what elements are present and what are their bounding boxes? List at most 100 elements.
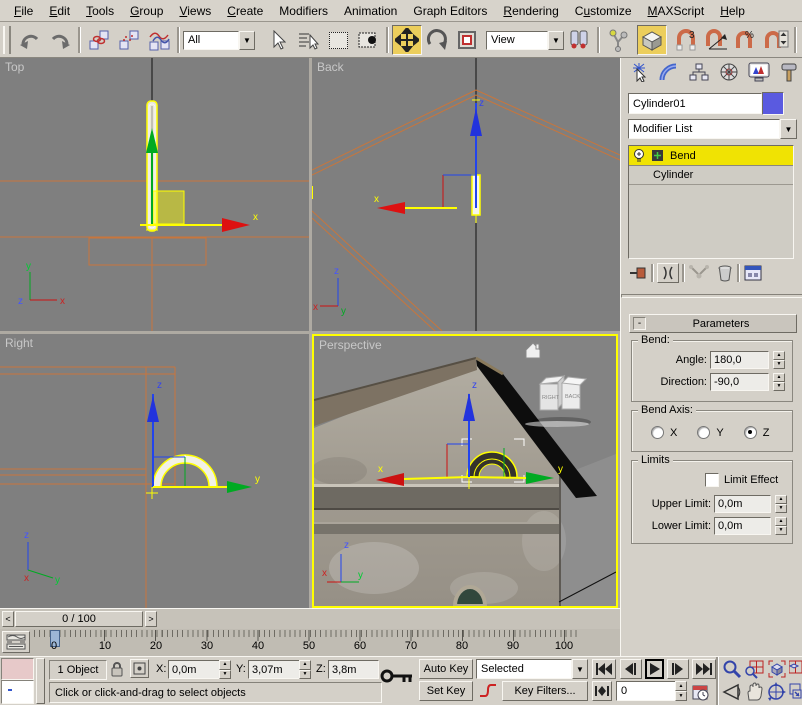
bind-to-space-warp-button[interactable] — [144, 25, 174, 55]
limit-effect-checkbox[interactable] — [705, 473, 719, 487]
viewport-perspective-canvas[interactable]: x y z RIGHT BACK — [314, 336, 616, 606]
viewport-back-label[interactable]: Back — [317, 60, 344, 74]
move-gizmo-right[interactable]: y z — [146, 380, 260, 499]
default-tangent-button[interactable] — [478, 683, 498, 702]
object-color-swatch[interactable] — [762, 92, 784, 115]
tab-utilities[interactable] — [775, 60, 802, 84]
use-pivot-point-center-button[interactable] — [564, 25, 594, 55]
x-coord-field[interactable]: 0,0m — [168, 660, 223, 679]
viewport-top-canvas[interactable]: x y x z — [0, 58, 309, 331]
key-filter-arrow[interactable]: ▼ — [572, 659, 588, 679]
absolute-mode-transform-button[interactable] — [130, 659, 149, 678]
remove-modifier-trash-icon[interactable] — [716, 264, 734, 282]
stack-item-bend[interactable]: Bend — [629, 146, 793, 166]
angle-field[interactable]: 180,0 — [710, 351, 769, 369]
select-object-button[interactable] — [263, 25, 293, 55]
viewport-right-canvas[interactable]: y z z x y — [0, 334, 309, 608]
move-gizmo-back[interactable]: x z — [374, 98, 484, 214]
arc-rotate-button[interactable] — [766, 682, 786, 705]
make-unique-icon[interactable] — [688, 264, 710, 282]
angle-snap-toggle-button[interactable]: 3 — [671, 25, 701, 55]
time-slider-next-button[interactable]: > — [145, 611, 157, 627]
next-frame-button[interactable] — [667, 659, 689, 679]
menu-animation[interactable]: Animation — [336, 2, 405, 20]
select-and-manipulate-button[interactable] — [603, 25, 633, 55]
select-and-scale-button[interactable] — [452, 25, 482, 55]
previous-frame-button[interactable] — [620, 659, 642, 679]
angle-snap-button[interactable] — [701, 25, 731, 55]
reference-coord-system-dropdown[interactable]: View ▼ — [486, 30, 564, 51]
snaps-toggle-button[interactable] — [637, 25, 667, 55]
selection-lock-button[interactable] — [110, 660, 124, 681]
spinner-snap-button[interactable] — [761, 25, 791, 55]
menu-customize[interactable]: Customize — [567, 2, 640, 20]
y-coord-field[interactable]: 3,07m — [248, 660, 303, 679]
track-bar[interactable]: 0 10 20 30 40 50 60 70 80 90 100 — [0, 629, 620, 657]
axis-x-radio[interactable] — [651, 426, 664, 439]
redo-button[interactable] — [45, 25, 75, 55]
upper-limit-field[interactable]: 0,0m — [714, 495, 771, 513]
viewport-perspective[interactable]: Perspective — [312, 334, 618, 608]
undo-button[interactable] — [15, 25, 45, 55]
tab-hierarchy[interactable] — [685, 60, 713, 84]
modifier-list-arrow[interactable]: ▼ — [780, 119, 797, 139]
direction-spinner[interactable]: ▲▼ — [773, 373, 785, 391]
go-to-start-button[interactable] — [592, 659, 616, 679]
viewport-perspective-label[interactable]: Perspective — [319, 338, 382, 352]
frame-spinner[interactable]: ▲▼ — [675, 681, 687, 701]
tab-create[interactable] — [625, 60, 653, 84]
modifier-enabled-bulb-icon[interactable] — [632, 148, 646, 164]
coord-system-arrow[interactable]: ▼ — [548, 31, 564, 50]
selection-filter-dropdown[interactable]: All ▼ — [183, 30, 255, 51]
listener-splitter[interactable] — [36, 658, 45, 704]
select-and-rotate-button[interactable] — [422, 25, 452, 55]
current-frame-field[interactable]: 0 — [616, 681, 680, 701]
rectangular-selection-region-button[interactable] — [323, 25, 353, 55]
menu-edit[interactable]: Edit — [41, 2, 78, 20]
maxscript-listener-pane[interactable] — [1, 680, 34, 704]
key-mode-toggle-button[interactable] — [592, 681, 612, 701]
viewport-top-label[interactable]: Top — [5, 60, 24, 74]
selection-filter-arrow[interactable]: ▼ — [239, 31, 255, 50]
percent-snap-button[interactable]: % — [731, 25, 761, 55]
auto-key-button[interactable]: Auto Key — [419, 659, 473, 679]
gizmo-z-arrow[interactable] — [470, 108, 482, 136]
tab-display[interactable] — [745, 60, 773, 84]
menu-views[interactable]: Views — [171, 2, 219, 20]
z-coord-field[interactable]: 3,8m — [328, 660, 379, 679]
y-coord-spinner[interactable]: ▲▼ — [299, 660, 311, 679]
time-slider-track[interactable]: < 0 / 100 > — [0, 608, 620, 631]
menu-group[interactable]: Group — [122, 2, 171, 20]
set-key-button[interactable]: Set Key — [419, 681, 473, 701]
window-crossing-button[interactable] — [353, 25, 383, 55]
time-configuration-button[interactable] — [692, 683, 710, 704]
menu-help[interactable]: Help — [712, 2, 753, 20]
play-button[interactable] — [645, 659, 664, 679]
pin-stack-icon[interactable] — [628, 264, 648, 282]
menu-file[interactable]: File — [6, 2, 41, 20]
expand-plus-icon[interactable] — [651, 149, 664, 162]
axis-z-radio[interactable] — [744, 426, 757, 439]
maxscript-macro-recorder-pane[interactable] — [1, 658, 34, 680]
set-keys-button[interactable] — [380, 667, 414, 692]
gizmo-x-arrow[interactable] — [377, 202, 405, 214]
select-by-name-button[interactable] — [293, 25, 323, 55]
lower-limit-field[interactable]: 0,0m — [714, 517, 771, 535]
pan-button[interactable] — [744, 682, 764, 705]
menu-modifiers[interactable]: Modifiers — [271, 2, 336, 20]
zoom-extents-button[interactable] — [767, 659, 787, 682]
viewport-back[interactable]: Back — [312, 58, 620, 331]
toolbar-grip[interactable] — [3, 26, 11, 54]
menu-rendering[interactable]: Rendering — [495, 2, 566, 20]
time-slider-prev-button[interactable]: < — [2, 611, 14, 627]
field-of-view-button[interactable] — [722, 682, 742, 705]
menu-maxscript[interactable]: MAXScript — [640, 2, 713, 20]
axis-y-radio[interactable] — [697, 426, 710, 439]
open-mini-curve-editor-button[interactable] — [2, 631, 30, 653]
unlink-selection-button[interactable] — [114, 25, 144, 55]
viewport-back-canvas[interactable]: x z z x y — [312, 58, 620, 331]
zoom-extents-all-button[interactable] — [789, 659, 802, 682]
object-name-field[interactable]: Cylinder01 — [628, 93, 762, 114]
upper-limit-spinner[interactable]: ▲▼ — [775, 495, 787, 513]
gizmo-y-arrow[interactable] — [227, 481, 252, 493]
